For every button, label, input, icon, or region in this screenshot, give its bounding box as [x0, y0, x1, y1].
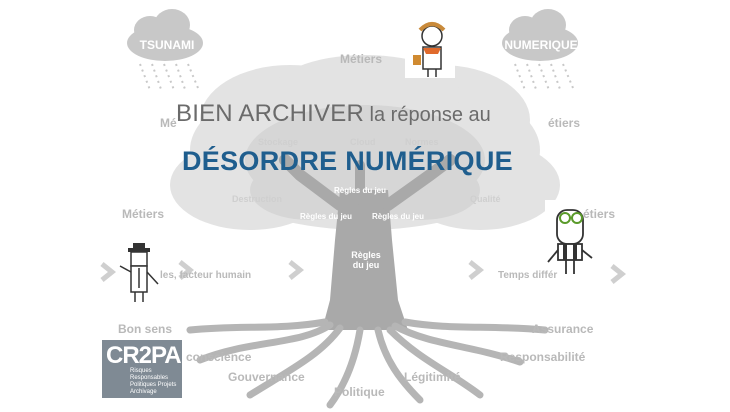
word-politique: Politique — [334, 385, 385, 399]
title-line-1-rest: la réponse au — [363, 104, 491, 126]
word-regles-small-1: Règles du jeu — [334, 186, 387, 195]
word-responsabilite: Responsabilité — [500, 350, 586, 364]
word-regles-small-3: Règles du jeu — [372, 212, 425, 221]
word-conscience: conscience — [186, 350, 252, 364]
word-bon-sens: Bon sens — [118, 322, 173, 336]
word-temps-differe: Temps différ — [498, 270, 558, 281]
logo-letters: CR2PA — [106, 342, 182, 369]
word-metiers-mid-left: Mé — [160, 116, 177, 130]
word-metiers-right: étiers — [583, 207, 616, 221]
word-qualite: Qualité — [470, 194, 501, 204]
word-assurance: Assurance — [532, 322, 594, 336]
woman-character-icon — [405, 20, 455, 78]
slide-canvas: TSUNAMI NUMERIQUE Métiers Mé étiers Stoc… — [0, 0, 730, 412]
word-gouvernance: Gouvernance — [228, 370, 305, 384]
cloud-tsunami-label: TSUNAMI — [139, 38, 195, 52]
word-regles-du-jeu: Règles du jeu — [351, 250, 381, 270]
title-line-2: DÉSORDRE NUMÉRIQUE — [182, 146, 513, 176]
word-legitimite: Légitimité — [404, 370, 461, 384]
cr2pa-logo: CR2PA Risques Responsables Politiques Pr… — [102, 340, 182, 398]
man-with-hat-icon — [118, 243, 162, 306]
cloud-numerique-label: NUMERIQUE — [504, 38, 578, 52]
word-facteur-humain: les, facteur humain — [160, 270, 252, 281]
title-line-1-emphasis: BIEN ARCHIVER — [176, 100, 364, 127]
word-metiers-top: Métiers — [340, 52, 383, 66]
word-metiers-left: Métiers — [122, 207, 165, 221]
logo-tagline: Risques Responsables Politiques Projets … — [130, 368, 177, 395]
word-regles-small-2: Règles du jeu — [300, 212, 353, 221]
title-line-1: BIEN ARCHIVER la réponse au — [176, 100, 556, 128]
word-destruction: Destruction — [232, 194, 283, 204]
